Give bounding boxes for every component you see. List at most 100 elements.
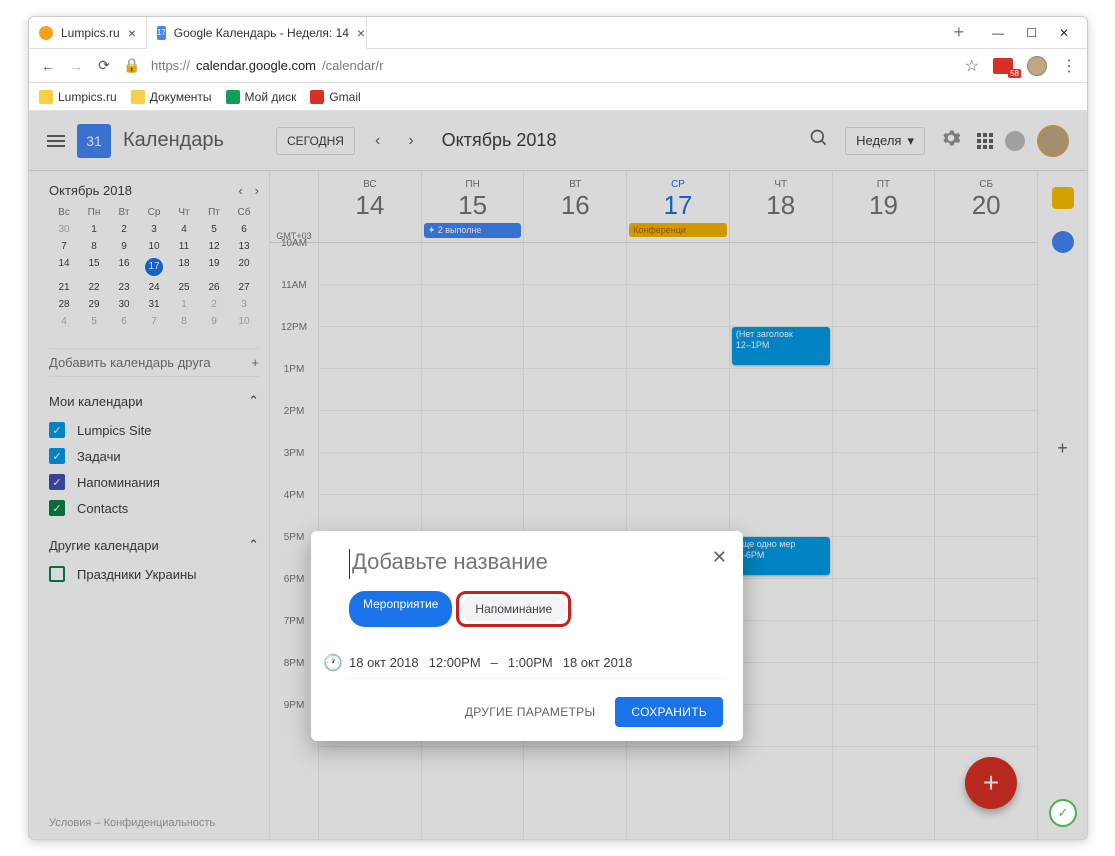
mini-day[interactable]: 18 [169, 255, 199, 279]
add-friend-calendar[interactable]: Добавить календарь друга + [49, 348, 259, 377]
url-bar[interactable]: https://calendar.google.com/calendar/r [151, 58, 955, 73]
mini-day[interactable]: 6 [229, 221, 259, 238]
star-icon[interactable]: ☆ [965, 56, 979, 76]
calendar-item[interactable]: Contacts [49, 495, 259, 521]
mini-day[interactable]: 27 [229, 279, 259, 296]
mini-day[interactable]: 25 [169, 279, 199, 296]
mini-day[interactable]: 5 [79, 313, 109, 330]
mini-day[interactable]: 13 [229, 238, 259, 255]
notifications-bell-icon[interactable] [1005, 131, 1025, 151]
mini-day[interactable]: 4 [49, 313, 79, 330]
mini-day[interactable]: 10 [139, 238, 169, 255]
end-time[interactable]: 1:00PM [508, 655, 553, 670]
reload-button[interactable]: ⟳ [95, 57, 113, 74]
checkbox-icon[interactable] [49, 422, 65, 438]
sidebar-footer[interactable]: Условия – Конфиденциальность [49, 805, 259, 829]
profile-avatar-icon[interactable] [1027, 56, 1047, 76]
mini-day[interactable]: 3 [229, 296, 259, 313]
mini-day[interactable]: 21 [49, 279, 79, 296]
mini-day[interactable]: 4 [169, 221, 199, 238]
mini-day[interactable]: 15 [79, 255, 109, 279]
mini-day[interactable]: 8 [79, 238, 109, 255]
mini-day[interactable]: 12 [199, 238, 229, 255]
gmail-notifier-icon[interactable]: 58 [993, 58, 1013, 74]
calendar-item[interactable]: Lumpics Site [49, 417, 259, 443]
hour-column[interactable] [934, 243, 1037, 839]
more-options-button[interactable]: ДРУГИЕ ПАРАМЕТРЫ [455, 697, 606, 727]
event-title-input[interactable] [349, 549, 723, 579]
account-avatar[interactable] [1037, 125, 1069, 157]
day-column-header[interactable]: Чт18 [729, 171, 832, 242]
minimize-button[interactable]: — [992, 26, 1004, 40]
tab-close-icon[interactable]: × [128, 25, 136, 41]
mini-next-icon[interactable]: › [255, 183, 259, 198]
calendar-event[interactable]: (Нет заголовк12–1PM [732, 327, 830, 365]
mini-day[interactable]: 9 [109, 238, 139, 255]
mini-day[interactable]: 30 [49, 221, 79, 238]
mini-day[interactable]: 17 [139, 255, 169, 279]
bookmark-item[interactable]: Lumpics.ru [39, 90, 117, 104]
mini-day[interactable]: 10 [229, 313, 259, 330]
day-column-header[interactable]: Сб20 [934, 171, 1037, 242]
forward-button[interactable]: → [67, 58, 85, 74]
allday-event[interactable]: Конференци [629, 223, 727, 237]
mini-calendar[interactable]: ВсПнВтСрЧтПтСб30123456789101112131415161… [49, 204, 259, 330]
other-calendars-header[interactable]: Другие календари ⌃ [49, 537, 259, 553]
checkbox-icon[interactable] [49, 474, 65, 490]
mini-day[interactable]: 16 [109, 255, 139, 279]
calendar-item[interactable]: Задачи [49, 443, 259, 469]
mini-day[interactable]: 7 [49, 238, 79, 255]
mini-day[interactable]: 22 [79, 279, 109, 296]
mini-day[interactable]: 31 [139, 296, 169, 313]
save-button[interactable]: СОХРАНИТЬ [615, 697, 723, 727]
start-date[interactable]: 18 окт 2018 [349, 655, 419, 670]
mini-day[interactable]: 23 [109, 279, 139, 296]
tasks-icon[interactable] [1052, 231, 1074, 253]
create-fab-button[interactable]: + [965, 757, 1017, 809]
mini-day[interactable]: 26 [199, 279, 229, 296]
tab-close-icon[interactable]: × [357, 25, 365, 41]
day-column-header[interactable]: Вт16 [523, 171, 626, 242]
checkbox-icon[interactable] [49, 500, 65, 516]
mini-day[interactable]: 1 [79, 221, 109, 238]
checkbox-icon[interactable] [49, 566, 65, 582]
modal-close-button[interactable]: ✕ [712, 547, 727, 568]
new-tab-button[interactable]: + [944, 22, 975, 43]
checkbox-icon[interactable] [49, 448, 65, 464]
mini-day[interactable]: 28 [49, 296, 79, 313]
search-icon[interactable] [805, 128, 833, 153]
next-week-button[interactable]: › [400, 128, 421, 154]
hour-column[interactable] [832, 243, 935, 839]
bookmark-item[interactable]: Документы [131, 90, 212, 104]
mini-day[interactable]: 7 [139, 313, 169, 330]
mini-day[interactable]: 11 [169, 238, 199, 255]
prev-week-button[interactable]: ‹ [367, 128, 388, 154]
mini-day[interactable]: 2 [199, 296, 229, 313]
day-column-header[interactable]: Пт19 [832, 171, 935, 242]
browser-tab[interactable]: Lumpics.ru× [29, 17, 147, 49]
bookmark-item[interactable]: Мой диск [226, 90, 297, 104]
mini-day[interactable]: 8 [169, 313, 199, 330]
addon-plus-icon[interactable]: + [1057, 438, 1068, 459]
today-button[interactable]: СЕГОДНЯ [276, 127, 355, 155]
time-row[interactable]: 🕐 18 окт 2018 12:00PM – 1:00PM 18 окт 20… [349, 655, 723, 679]
bookmark-item[interactable]: Gmail [310, 90, 360, 104]
mini-day[interactable]: 29 [79, 296, 109, 313]
apps-launcher-icon[interactable] [977, 133, 993, 149]
day-column-header[interactable]: Пн15✦ 2 выполне [421, 171, 524, 242]
settings-gear-icon[interactable] [937, 128, 965, 153]
mini-day[interactable]: 14 [49, 255, 79, 279]
view-selector[interactable]: Неделя ▾ [845, 127, 925, 155]
type-reminder-button[interactable]: Напоминание [461, 596, 566, 622]
mini-day[interactable]: 3 [139, 221, 169, 238]
end-date[interactable]: 18 окт 2018 [563, 655, 633, 670]
calendar-item[interactable]: Праздники Украины [49, 561, 259, 587]
mini-day[interactable]: 2 [109, 221, 139, 238]
calendar-item[interactable]: Напоминания [49, 469, 259, 495]
close-button[interactable]: ✕ [1059, 26, 1069, 40]
browser-tab[interactable]: 17Google Календарь - Неделя: 14× [147, 17, 367, 49]
menu-icon[interactable]: ⋮ [1061, 56, 1077, 76]
calendar-event[interactable]: Еще одно мер5–6PM [732, 537, 830, 575]
maximize-button[interactable]: ☐ [1026, 26, 1037, 40]
mini-day[interactable]: 5 [199, 221, 229, 238]
